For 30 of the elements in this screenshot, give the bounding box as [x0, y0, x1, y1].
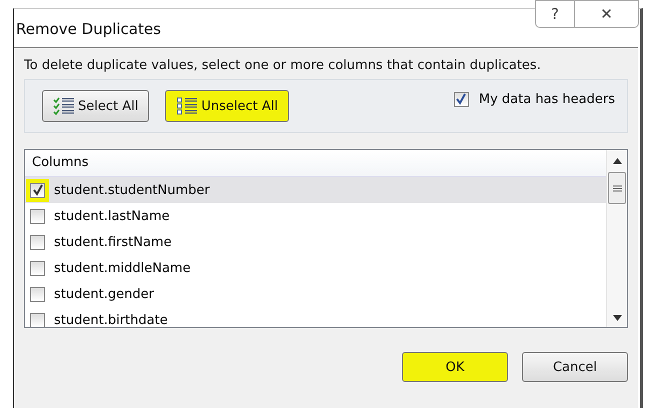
select-all-button[interactable]: Select All [42, 90, 150, 122]
headers-checkbox[interactable]: My data has headers [454, 92, 615, 106]
grip-icon [612, 184, 622, 192]
list-item[interactable]: student.firstName [25, 229, 606, 255]
list-icon [176, 96, 198, 116]
checkbox[interactable] [30, 234, 45, 250]
close-button[interactable]: ✕ [575, 0, 639, 28]
list-item[interactable]: student.middleName [25, 255, 606, 281]
checkbox[interactable] [30, 286, 45, 302]
checklist-icon [53, 96, 75, 116]
list-item[interactable]: student.birthdate [25, 307, 606, 327]
checkmark-icon [455, 93, 468, 105]
scroll-up-icon[interactable] [612, 158, 622, 164]
checkbox[interactable] [30, 312, 45, 327]
help-button[interactable]: ? [535, 0, 575, 28]
scroll-down-icon[interactable] [612, 315, 622, 321]
list-item[interactable]: student.studentNumber [25, 177, 606, 203]
cancel-button[interactable]: Cancel [522, 352, 628, 382]
list-item[interactable]: student.gender [25, 281, 606, 307]
list-item[interactable]: student.lastName [25, 203, 606, 229]
checkbox[interactable] [30, 182, 45, 198]
window-title: Remove Duplicates [15, 19, 161, 38]
ok-button[interactable]: OK [402, 352, 508, 382]
instruction-text: To delete duplicate values, select one or more columns that contain duplicates. [24, 58, 542, 73]
checkbox[interactable] [30, 260, 45, 276]
checkbox[interactable] [30, 208, 45, 224]
scroll-thumb[interactable] [608, 172, 626, 204]
unselect-all-button[interactable]: Unselect All [165, 90, 289, 122]
scrollbar[interactable] [606, 150, 627, 327]
checkmark-icon [32, 184, 44, 196]
